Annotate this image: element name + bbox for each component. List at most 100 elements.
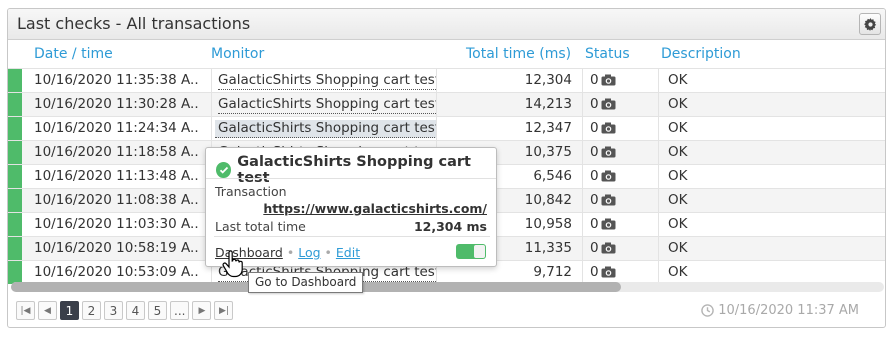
- column-divider: [582, 237, 583, 260]
- status-indicator: [8, 69, 22, 92]
- monitor-link[interactable]: GalacticShirts Shopping cart test: [218, 96, 436, 114]
- check-circle-icon: [216, 162, 232, 178]
- description-cell: OK: [668, 168, 688, 184]
- panel-header: Last checks - All transactions: [8, 9, 885, 40]
- description-cell: OK: [668, 96, 688, 112]
- last-page-button[interactable]: ▶|: [214, 301, 234, 320]
- date-cell: 10/16/2020 11:03:30 A...: [34, 216, 199, 232]
- monitor-cell: GalacticShirts Shopping cart test: [211, 69, 436, 92]
- toggle-knob: [474, 245, 485, 258]
- status-value: 0: [590, 240, 599, 256]
- monitor-link[interactable]: GalacticShirts Shopping cart test: [215, 120, 436, 138]
- table-row[interactable]: 10/16/2020 11:30:28 A... GalacticShirts S…: [8, 92, 885, 116]
- camera-icon[interactable]: [601, 98, 616, 110]
- status-indicator: [8, 189, 22, 212]
- monitor-enabled-toggle[interactable]: [456, 244, 486, 259]
- column-header-description[interactable]: Description: [661, 46, 741, 62]
- total-time-cell: 12,304: [524, 72, 572, 88]
- table-row[interactable]: 10/16/2020 11:35:38 A... GalacticShirts S…: [8, 68, 885, 92]
- camera-icon[interactable]: [601, 122, 616, 134]
- table-header: Date / time Monitor Total time (ms) Stat…: [8, 41, 885, 68]
- page-button-more[interactable]: ...: [170, 301, 190, 320]
- status-value: 0: [590, 192, 599, 208]
- column-divider: [658, 261, 659, 284]
- status-indicator: [8, 237, 22, 260]
- status-indicator: [8, 165, 22, 188]
- status-cell: 0: [590, 120, 650, 136]
- camera-icon[interactable]: [601, 194, 616, 206]
- tooltip: Go to Dashboard: [248, 272, 364, 293]
- pagination: |◀ ◀ 1 2 3 4 5 ... ▶ ▶|: [16, 301, 234, 321]
- status-indicator: [8, 93, 22, 116]
- settings-button[interactable]: [859, 13, 881, 35]
- first-page-button[interactable]: |◀: [16, 301, 35, 320]
- description-cell: OK: [668, 240, 688, 256]
- column-divider: [658, 189, 659, 212]
- column-divider: [582, 141, 583, 164]
- column-divider: [582, 165, 583, 188]
- column-divider: [658, 117, 659, 140]
- column-divider: [582, 93, 583, 116]
- column-divider: [436, 93, 437, 116]
- status-cell: 0: [590, 264, 650, 280]
- camera-icon[interactable]: [601, 218, 616, 230]
- total-time-cell: 14,213: [524, 96, 572, 112]
- camera-icon[interactable]: [601, 242, 616, 254]
- separator: •: [324, 245, 332, 260]
- status-indicator: [8, 117, 22, 140]
- date-cell: 10/16/2020 11:08:38 A...: [34, 192, 199, 208]
- separator: •: [286, 245, 295, 260]
- last-total-value: 12,304 ms: [413, 219, 487, 234]
- status-cell: 0: [590, 96, 650, 112]
- column-divider: [658, 93, 659, 116]
- column-divider: [658, 165, 659, 188]
- page-button-4[interactable]: 4: [126, 301, 145, 320]
- camera-icon[interactable]: [601, 146, 616, 158]
- column-divider: [582, 261, 583, 284]
- page-button-2[interactable]: 2: [82, 301, 101, 320]
- last-total-label: Last total time: [215, 219, 306, 234]
- horizontal-scrollbar[interactable]: [11, 282, 884, 292]
- panel-title: Last checks - All transactions: [17, 14, 251, 33]
- date-cell: 10/16/2020 11:30:28 A...: [34, 96, 199, 112]
- next-page-button[interactable]: ▶: [192, 301, 212, 320]
- status-value: 0: [590, 264, 599, 280]
- status-cell: 0: [590, 144, 650, 160]
- camera-icon[interactable]: [601, 74, 616, 86]
- monitor-cell: GalacticShirts Shopping cart test: [211, 117, 436, 140]
- status-indicator: [8, 141, 22, 164]
- description-cell: OK: [668, 264, 688, 280]
- column-header-date[interactable]: Date / time: [34, 46, 113, 62]
- hand-cursor-icon: [222, 250, 243, 278]
- page-button-3[interactable]: 3: [104, 301, 123, 320]
- status-indicator: [8, 213, 22, 236]
- status-cell: 0: [590, 216, 650, 232]
- monitor-link[interactable]: GalacticShirts Shopping cart test: [218, 72, 436, 90]
- page-button-1[interactable]: 1: [60, 301, 79, 320]
- popup-title: GalacticShirts Shopping cart test: [237, 154, 471, 186]
- table-row[interactable]: 10/16/2020 11:24:34 A... GalacticShirts S…: [8, 116, 885, 140]
- column-divider: [658, 69, 659, 92]
- status-value: 0: [590, 168, 599, 184]
- transaction-url[interactable]: https://www.galacticshirts.com/: [263, 201, 487, 216]
- last-updated-time: 10/16/2020 11:37 AM: [718, 303, 859, 318]
- status-value: 0: [590, 96, 599, 112]
- column-header-monitor[interactable]: Monitor: [211, 46, 264, 62]
- edit-link[interactable]: Edit: [336, 245, 360, 260]
- date-cell: 10/16/2020 11:24:34 A...: [34, 120, 199, 136]
- date-cell: 10/16/2020 11:18:58 A...: [34, 144, 199, 160]
- description-cell: OK: [668, 216, 688, 232]
- column-divider: [582, 213, 583, 236]
- last-updated: 10/16/2020 11:37 AM: [701, 303, 859, 318]
- column-divider: [582, 117, 583, 140]
- camera-icon[interactable]: [601, 170, 616, 182]
- page-button-5[interactable]: 5: [148, 301, 167, 320]
- status-cell: 0: [590, 72, 650, 88]
- status-cell: 0: [590, 240, 650, 256]
- prev-page-button[interactable]: ◀: [38, 301, 57, 320]
- log-link[interactable]: Log: [298, 245, 320, 260]
- column-header-status[interactable]: Status: [585, 46, 630, 62]
- column-header-total-time[interactable]: Total time (ms): [466, 46, 571, 62]
- monitor-popup: GalacticShirts Shopping cart test Transa…: [205, 147, 497, 267]
- camera-icon[interactable]: [601, 266, 616, 278]
